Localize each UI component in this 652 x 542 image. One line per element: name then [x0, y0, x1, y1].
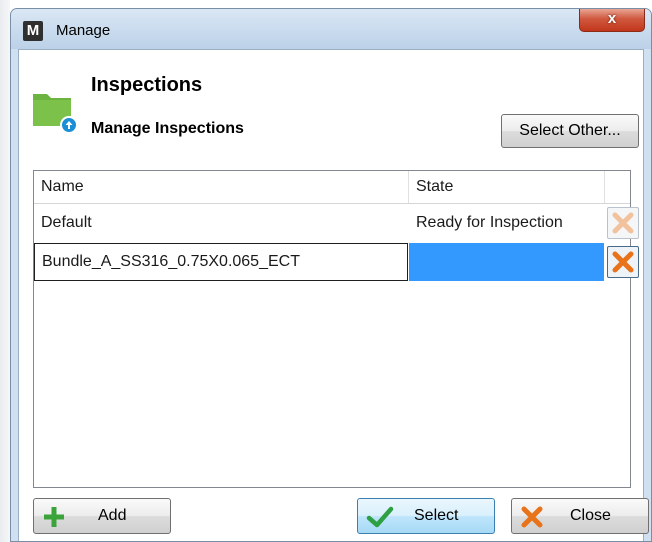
table-row[interactable]: Bundle_A_SS316_0.75X0.065_ECT	[34, 243, 639, 281]
delete-button[interactable]	[607, 207, 639, 239]
select-button[interactable]: Select	[357, 498, 495, 534]
page-subtitle: Manage Inspections	[91, 120, 244, 137]
select-other-label: Select Other...	[519, 122, 621, 139]
inspection-name-editor[interactable]: Bundle_A_SS316_0.75X0.065_ECT	[34, 243, 408, 281]
plus-icon	[44, 507, 64, 527]
folder-upload-icon	[31, 88, 78, 134]
column-divider[interactable]	[604, 171, 605, 203]
inspection-state	[409, 243, 604, 281]
delete-button[interactable]	[607, 246, 639, 278]
window-title: Manage	[56, 22, 111, 39]
table-header: Name State	[34, 171, 630, 204]
app-icon: M	[23, 21, 43, 41]
title-bar[interactable]: M Manage x	[11, 9, 651, 49]
column-header-state[interactable]: State	[409, 171, 605, 203]
page-title: Inspections	[91, 74, 203, 96]
window-close-button[interactable]: x	[579, 9, 645, 32]
background-window	[0, 0, 10, 542]
inspection-state: Ready for Inspection	[416, 214, 563, 231]
close-button[interactable]: Close	[511, 498, 649, 534]
dialog-content: Inspections Manage Inspections Select Ot…	[18, 49, 649, 541]
inspection-name: Default	[41, 214, 92, 231]
checkmark-icon	[366, 506, 394, 528]
add-label: Add	[98, 507, 127, 524]
manage-dialog: M Manage x Inspections Manage Inspection…	[10, 8, 652, 542]
delete-x-icon	[612, 212, 634, 234]
column-header-name[interactable]: Name	[34, 171, 408, 203]
delete-x-icon	[612, 251, 634, 273]
select-other-button[interactable]: Select Other...	[501, 114, 639, 148]
select-label: Select	[414, 507, 459, 524]
close-label: Close	[570, 507, 611, 524]
table-row[interactable]: Default Ready for Inspection	[34, 204, 639, 242]
add-button[interactable]: Add	[33, 498, 171, 534]
close-x-icon	[521, 506, 543, 528]
inspections-table: Name State Default Ready for Inspection …	[33, 170, 639, 488]
